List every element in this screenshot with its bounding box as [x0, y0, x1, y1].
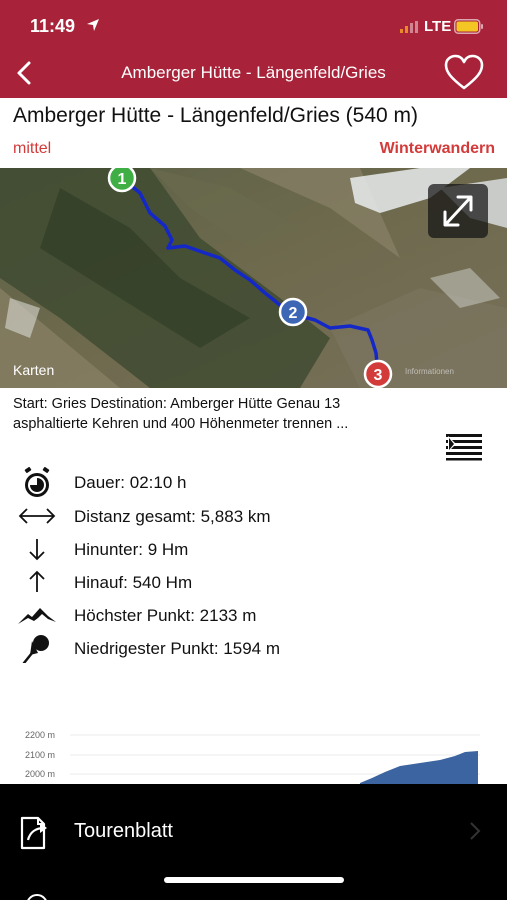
expand-map-button[interactable] — [428, 184, 488, 238]
stat-ascent: Hinauf: 540 Hm — [0, 567, 507, 597]
stat-highest: Höchster Punkt: 2133 m — [0, 600, 507, 630]
maps-label-text: Karten — [13, 362, 55, 378]
stat-descent: Hinunter: 9 Hm — [0, 534, 507, 564]
stat-descent-text: Hinunter: 9 Hm — [74, 540, 189, 559]
waypoint-1: 1 — [118, 171, 127, 188]
chevron-right-icon — [470, 822, 481, 840]
stat-duration: Dauer: 02:10 h — [0, 467, 507, 497]
maps-attribution[interactable]: Karten — [13, 362, 54, 378]
status-time: 11:49 — [30, 16, 76, 36]
stat-highest-text: Höchster Punkt: 2133 m — [74, 606, 257, 625]
stat-lowest-text: Niedrigester Punkt: 1594 m — [74, 639, 280, 658]
mountain-peak-icon — [18, 608, 56, 624]
description-line-1: Start: Gries Destination: Amberger Hütte… — [13, 396, 341, 412]
tour-title: Amberger Hütte - Längenfeld/Gries (540 m… — [13, 104, 419, 127]
stat-distance-text: Distanz gesamt: 5,883 km — [74, 507, 271, 526]
stat-duration-text: Dauer: 02:10 h — [74, 473, 187, 492]
nav-bar: Amberger Hütte - Längenfeld/Gries — [0, 50, 507, 98]
tour-description[interactable]: Start: Gries Destination: Amberger Hütte… — [13, 394, 433, 434]
menu-list-icon[interactable] — [446, 433, 482, 461]
network-label: LTE — [424, 18, 452, 35]
arrow-up-icon — [29, 570, 45, 592]
home-indicator[interactable] — [164, 877, 344, 883]
description-line-2: asphaltierte Kehren und 400 Höhenmeter t… — [13, 416, 349, 432]
stat-lowest: Niedrigester Punkt: 1594 m — [0, 633, 507, 663]
expand-arrows-icon — [443, 195, 473, 227]
stopwatch-icon — [24, 467, 50, 497]
category-label: Winterwandern — [379, 140, 495, 157]
double-arrow-icon — [18, 508, 56, 524]
favorite-heart-icon[interactable] — [443, 54, 485, 92]
battery-icon — [454, 19, 483, 34]
signal-icon — [400, 21, 418, 33]
app-header: 11:49 LTE Amberger Hütte - Längenfeld/Gr… — [0, 0, 507, 98]
legal-info-link[interactable]: Informationen — [405, 367, 454, 376]
bottom-bar: Tourenblatt — [0, 784, 507, 900]
tourenblatt-row[interactable]: Tourenblatt — [0, 784, 507, 874]
location-arrow-icon — [87, 19, 99, 31]
stat-ascent-text: Hinauf: 540 Hm — [74, 573, 193, 592]
circle-icon[interactable] — [26, 894, 48, 900]
waypoint-2: 2 — [289, 305, 298, 322]
status-bar: 11:49 LTE — [0, 0, 507, 50]
elevation-profile[interactable]: 2200 m 2100 m 2000 m — [0, 725, 507, 785]
difficulty-label: mittel — [13, 140, 52, 157]
pushpin-icon — [22, 635, 49, 663]
elevation-area — [70, 734, 480, 785]
arrow-down-icon — [29, 539, 45, 561]
tourenblatt-label: Tourenblatt — [74, 820, 173, 842]
waypoint-3: 3 — [374, 367, 383, 384]
share-document-icon — [20, 816, 47, 850]
stat-distance: Distanz gesamt: 5,883 km — [0, 501, 507, 531]
nav-title: Amberger Hütte - Längenfeld/Gries — [121, 63, 386, 82]
